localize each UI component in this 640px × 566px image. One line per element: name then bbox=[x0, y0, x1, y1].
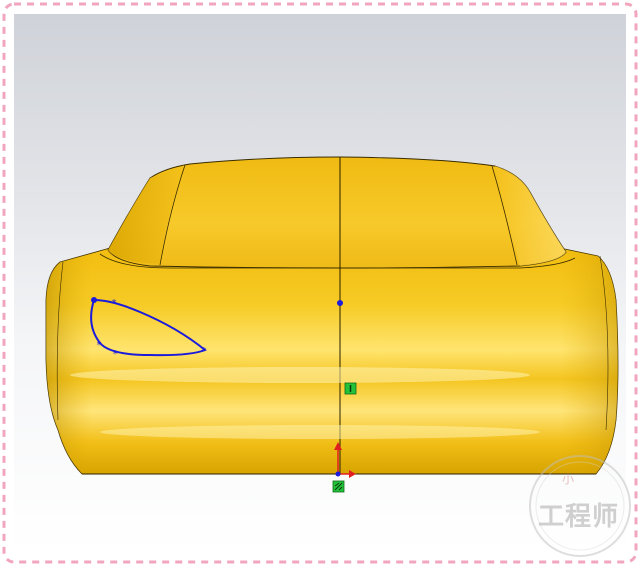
screenshot-frame: * * * * 小 工程师 bbox=[0, 0, 640, 566]
sketch-point-icon: * bbox=[97, 340, 102, 351]
sketch-point-icon bbox=[91, 297, 97, 303]
sketch-point-icon: * bbox=[113, 349, 118, 360]
sketch-point-icon: * bbox=[112, 298, 117, 309]
watermark-text: 工程师 bbox=[538, 502, 620, 532]
watermark-small-text: 小 bbox=[562, 472, 575, 486]
sketch-point-icon bbox=[337, 300, 343, 306]
sketch-point-icon: * bbox=[202, 346, 207, 357]
